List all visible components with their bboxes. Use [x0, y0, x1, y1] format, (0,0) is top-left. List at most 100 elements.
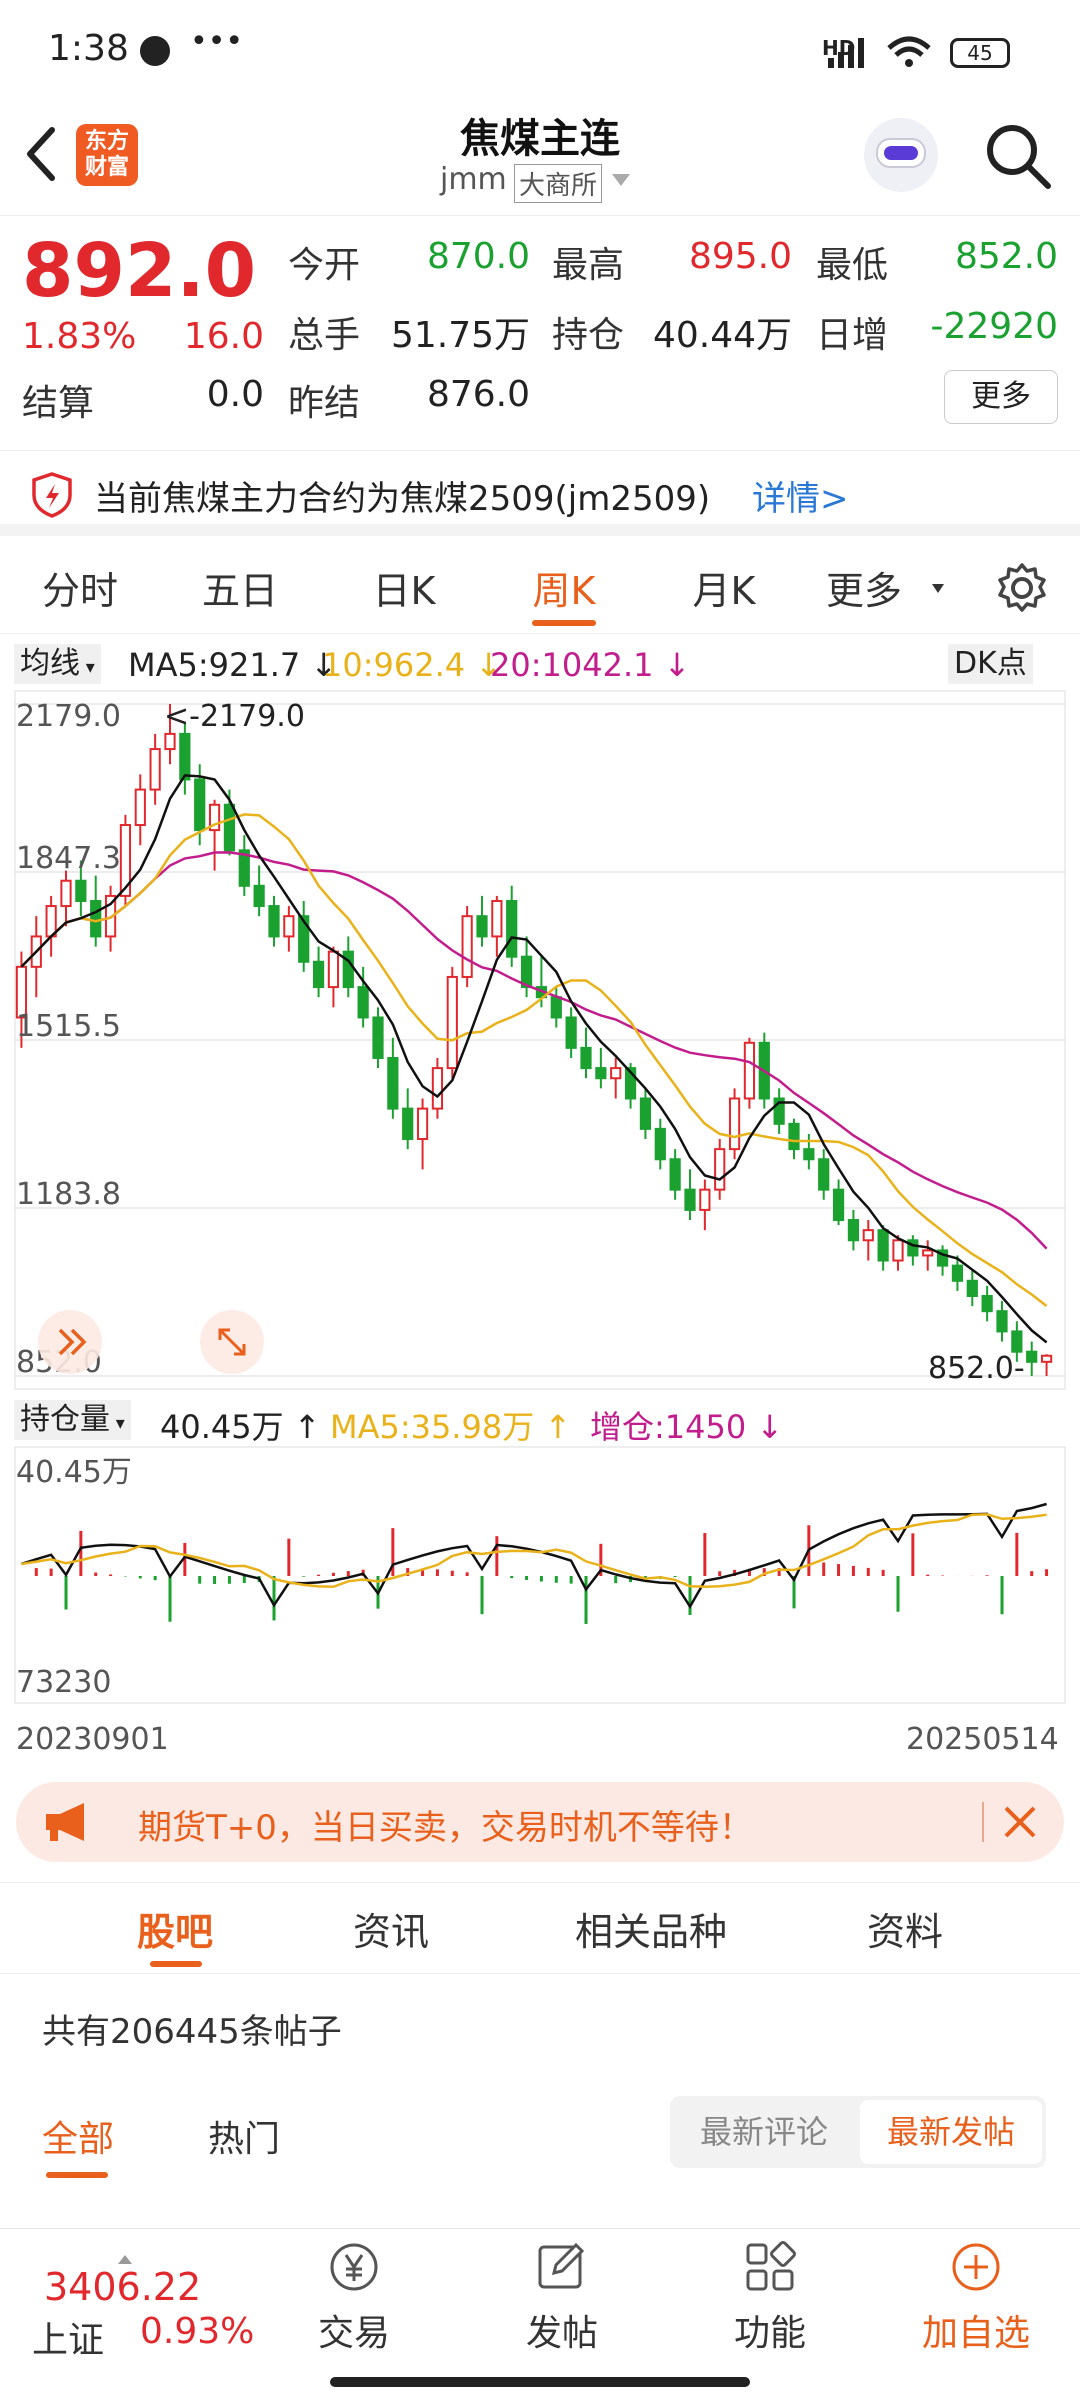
candle: [506, 885, 518, 967]
candle: [416, 1098, 429, 1170]
sort-latest-post[interactable]: 最新发帖: [860, 2100, 1042, 2164]
settle-value: 0.0: [206, 374, 264, 415]
contract-code: jmm: [440, 162, 507, 197]
candle: [283, 906, 295, 952]
candle: [298, 900, 310, 972]
candle: [669, 1149, 681, 1200]
candle: [461, 906, 473, 988]
tab-more[interactable]: 更多: [806, 560, 922, 615]
nav-function[interactable]: 功能: [700, 2239, 840, 2356]
post-count: 共有206445条帖子: [42, 2012, 342, 2052]
tab-guba[interactable]: 股吧: [110, 1901, 240, 1956]
robot-assistant-icon[interactable]: [864, 118, 938, 192]
high-label: 最高: [552, 245, 625, 286]
app-logo: 东方 财富: [76, 124, 138, 186]
candle: [1040, 1354, 1053, 1376]
max-price-label: <-2179.0: [164, 699, 305, 734]
candle: [372, 1007, 384, 1069]
ma10-line: [20, 813, 1048, 1307]
candle: [431, 1057, 444, 1119]
battery-level: 45: [967, 41, 993, 65]
nav-post[interactable]: 发帖: [492, 2239, 632, 2356]
oi-y-bottom: 73230: [16, 1665, 111, 1700]
clock-icon: [140, 36, 170, 66]
ma10-value: 10:962.4 ↓: [322, 646, 503, 684]
nav-function-label: 功能: [733, 2313, 806, 2354]
ma-legend-row: 均线 ▾ MA5:921.7 ↓ 10:962.4 ↓ 20:1042.1 ↓ …: [0, 636, 1080, 690]
candle: [253, 865, 265, 917]
candle: [550, 987, 562, 1028]
y-tick-label: 1847.3: [16, 841, 121, 876]
candle: [818, 1149, 830, 1200]
candle: [327, 946, 340, 1008]
promo-banner[interactable]: 期货T+0，当日买卖，交易时机不等待！: [16, 1782, 1064, 1862]
candle: [565, 1007, 577, 1058]
candle: [773, 1088, 785, 1134]
candle: [966, 1270, 978, 1307]
chevron-down-icon: [612, 174, 630, 186]
fullscreen-icon[interactable]: [200, 1310, 264, 1374]
dk-point-toggle[interactable]: DK点: [948, 644, 1033, 684]
filter-hot[interactable]: 热门: [208, 2110, 280, 2162]
notice-detail-link[interactable]: 详情>: [752, 471, 849, 520]
candle: [402, 1088, 414, 1150]
candle: [238, 835, 250, 896]
more-quote-button[interactable]: 更多: [944, 370, 1058, 424]
indicator-selector[interactable]: 均线 ▾: [14, 644, 101, 684]
sub-indicator-label: 持仓量: [20, 1402, 110, 1437]
more-dots: •••: [190, 24, 244, 59]
candle: [520, 936, 533, 998]
nav-trade[interactable]: 交易: [284, 2239, 424, 2356]
open-interest-chart[interactable]: 40.45万 73230: [14, 1446, 1066, 1704]
kline-chart[interactable]: 2179.01847.31515.51183.8852.0 <-2179.0 8…: [14, 690, 1066, 1390]
index-value: 3406.22: [44, 2265, 202, 2309]
tab-related[interactable]: 相关品种: [556, 1901, 746, 1956]
settings-gear-icon[interactable]: [996, 562, 1048, 614]
chevron-up-icon: [118, 2255, 132, 2264]
filter-all[interactable]: 全部: [42, 2110, 114, 2162]
oi-label: 持仓: [552, 315, 625, 356]
sort-latest-comment[interactable]: 最新评论: [670, 2096, 858, 2168]
nav-add-watchlist[interactable]: 加自选: [906, 2239, 1046, 2356]
y-axis-ticks: 2179.01847.31515.51183.8852.0: [16, 699, 121, 1380]
tab-info[interactable]: 资料: [840, 1901, 970, 1956]
low-value: 852.0: [954, 236, 1058, 277]
candle: [149, 733, 161, 805]
community-tabs: 股吧 资讯 相关品种 资料: [0, 1882, 1080, 1974]
candle: [1026, 1341, 1038, 1376]
tab-five-day[interactable]: 五日: [160, 560, 320, 615]
index-ticker[interactable]: 3406.22 上证 0.93%: [18, 2255, 254, 2365]
oi-y-top: 40.45万: [16, 1455, 132, 1490]
indicator-selector-label: 均线: [20, 646, 80, 681]
candle: [788, 1118, 800, 1160]
sub-indicator-selector[interactable]: 持仓量 ▾: [14, 1400, 131, 1440]
oi-ma5-line: [21, 1513, 1047, 1589]
edit-icon: [538, 2242, 585, 2289]
yen-exchange-icon: [330, 2243, 378, 2291]
settle-label: 结算: [22, 383, 95, 424]
tab-intraday[interactable]: 分时: [0, 560, 160, 615]
tab-daily[interactable]: 日K: [324, 560, 484, 615]
promo-text: 期货T+0，当日买卖，交易时机不等待！: [138, 1808, 753, 1848]
shield-icon: [32, 472, 72, 518]
oi-change-label: 日增: [816, 315, 889, 356]
oi-value: 40.44万: [652, 315, 792, 356]
prev-settle-value: 876.0: [426, 374, 530, 415]
tab-weekly[interactable]: 周K: [484, 560, 644, 615]
tab-news[interactable]: 资讯: [326, 1901, 456, 1956]
signal-icon: [828, 38, 864, 68]
close-icon[interactable]: [1000, 1802, 1040, 1842]
back-icon[interactable]: [22, 126, 62, 182]
change-percent: 1.83%: [22, 316, 137, 357]
expand-left-icon[interactable]: [38, 1310, 102, 1374]
search-icon[interactable]: [982, 120, 1054, 192]
candle: [981, 1285, 993, 1322]
candle: [30, 916, 42, 998]
candle: [595, 1047, 607, 1089]
main-contract-notice[interactable]: 当前焦煤主力合约为焦煤2509(jm2509) 详情>: [0, 450, 1080, 536]
add-circle-icon: [952, 2243, 1000, 2291]
candle: [862, 1220, 874, 1261]
candle: [654, 1118, 666, 1170]
open-interest-legend-row: 持仓量 ▾ 40.45万 ↑ MA5:35.98万 ↑ 增仓:1450 ↓: [0, 1392, 1080, 1448]
tab-monthly[interactable]: 月K: [644, 560, 804, 615]
